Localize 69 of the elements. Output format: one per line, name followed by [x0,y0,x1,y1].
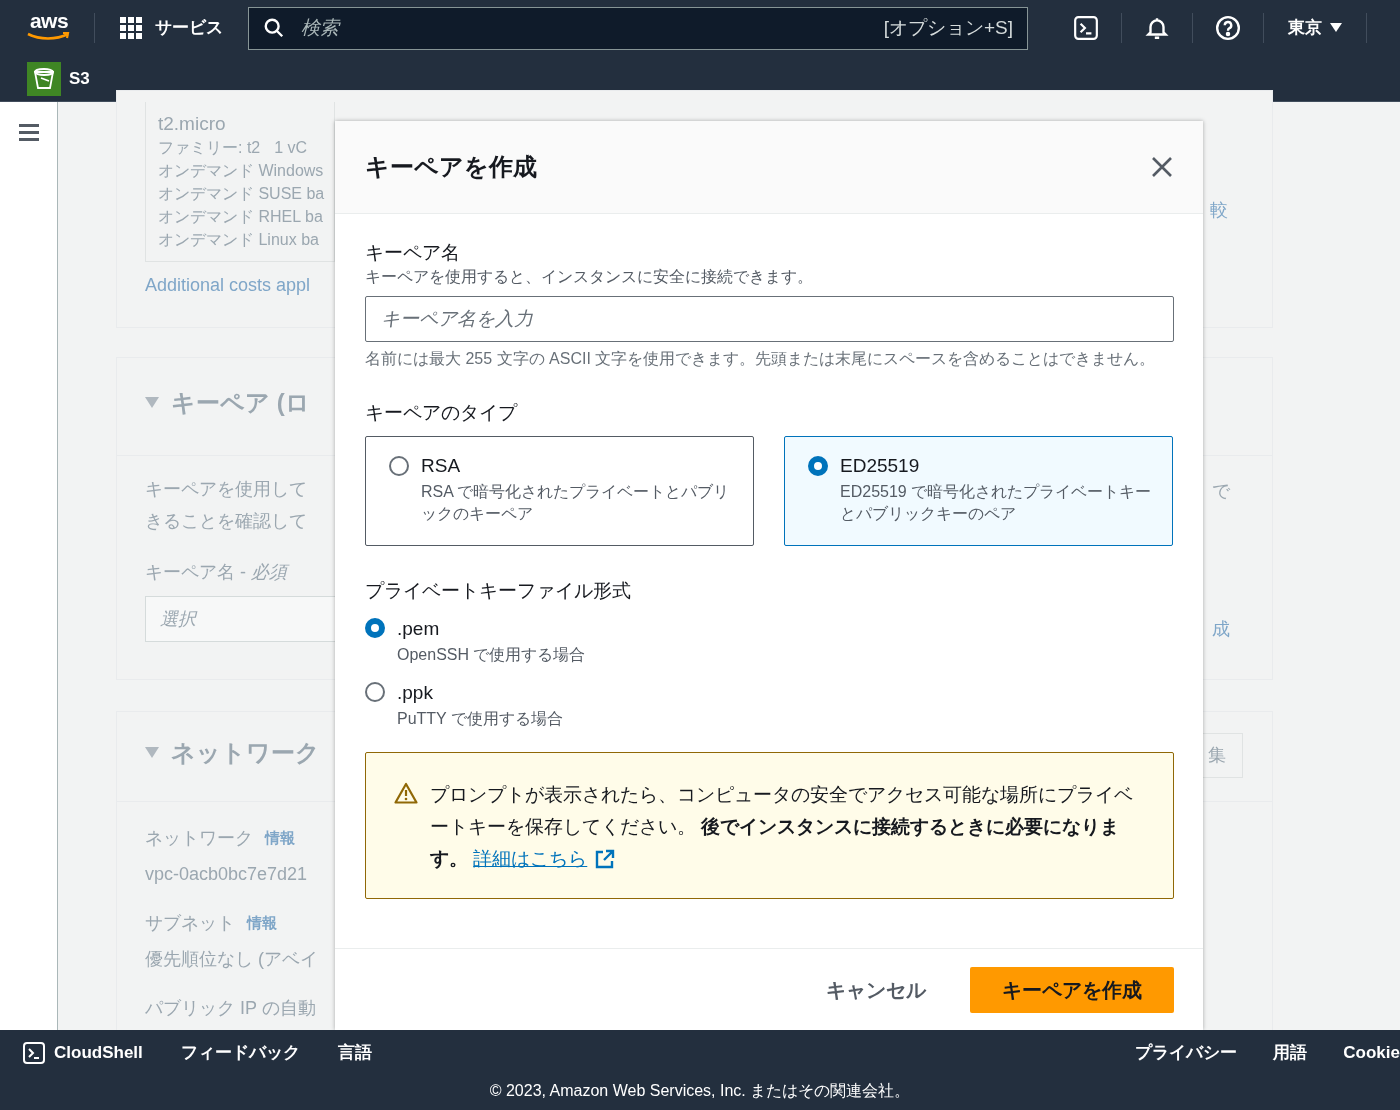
field-value: vpc-0acb0bc7e7d21 [145,863,309,886]
field-label: ネットワーク [145,826,253,850]
radio-button[interactable] [365,682,385,702]
field-label: プライベートキーファイル形式 [365,579,632,603]
logo[interactable]: aws [26,10,72,46]
field-value: 優先順位なし (アベイ [145,948,319,971]
footer-link[interactable]: フィードバック [180,1040,300,1066]
instance-type: t2.micro [158,112,227,136]
option-description: RSA で暗号化されたプライベートとパブリックのキーペア [421,482,731,524]
menu-icon[interactable] [19,124,39,142]
bucket-icon[interactable] [27,62,61,96]
radio-button[interactable] [808,456,828,476]
cancel-button[interactable]: キャンセル [826,967,926,1013]
option-description: ED25519 で暗号化されたプライベートキーとパブリックキーのペア [840,482,1152,524]
grid-icon[interactable] [119,16,143,40]
copyright-text: © 2023, Amazon Web Services, Inc. またはその関連会社。 [489,1081,911,1101]
search-field[interactable]: 検索 [オプション+S] [248,6,1028,50]
footer-link[interactable]: 用語 [1273,1040,1308,1066]
key-type-option[interactable]: RSA RSA で暗号化されたプライベートとパブリックのキーペア [365,436,754,546]
radio-button[interactable] [365,618,385,638]
description-fragment: で [1212,480,1230,503]
key-type-option[interactable]: ED25519 ED25519 で暗号化されたプライベートキーとパブリックキーのペア [784,436,1173,546]
instance-detail: ファミリー: t2 [158,138,261,158]
field-label: サブネット [145,911,235,935]
key-pair-name-field[interactable]: キーペア名を入力 [365,296,1174,342]
close-icon[interactable] [1151,156,1173,178]
caret-icon [1330,23,1342,33]
instance-detail: オンデマンド Linux ba [158,230,320,250]
bell-icon[interactable] [1144,15,1170,41]
option-label: .ppk [397,681,434,705]
field-label: パブリック IP の自動 [145,996,316,1020]
learn-more-link[interactable]: 詳細はこちら [473,843,616,875]
region-menu[interactable]: 東京 [1288,15,1342,41]
help-icon[interactable] [1215,15,1241,41]
footer-link[interactable]: CloudShell [54,1040,143,1066]
footer-link[interactable]: Cookie [1343,1040,1400,1066]
terminal-icon[interactable] [22,1041,46,1065]
external-link-icon [595,849,616,869]
field-label: キーペア名 [365,241,461,265]
option-label: .pem [397,617,441,641]
section-title: ネットワーク [171,738,320,768]
field-label: キーペア名 - 必須 [145,559,335,586]
section-title: キーペア (ロ [171,388,310,418]
option-description: PuTTY で使用する場合 [397,709,563,729]
shortcut-hint: [オプション+S] [883,15,1013,40]
instance-detail: 1 vC [274,138,308,158]
section-description: キーペアを使用して [145,478,308,501]
warning-icon [394,782,418,804]
field-hint: 名前には最大 255 文字の ASCII 文字を使用できます。先頭または末尾にスペースを含めることはできません。 [365,349,1157,369]
radio-button[interactable] [389,456,409,476]
field-label: キーペアのタイプ [365,401,519,425]
option-label: ED25519 [840,454,921,478]
option-label: RSA [421,454,462,478]
services-menu[interactable]: サービス [155,15,223,41]
instance-detail: オンデマンド Windows [158,161,325,181]
service-tab[interactable]: S3 [69,66,90,92]
create-key-pair-button[interactable]: キーペアを作成 [970,967,1174,1013]
footer-link[interactable]: プライバシー [1135,1040,1238,1066]
section-description: きることを確認して [145,510,308,533]
search-icon [263,17,285,39]
terminal-icon[interactable] [1073,15,1099,41]
option-description: OpenSSH で使用する場合 [397,645,586,665]
dialog-title: キーペアを作成 [365,152,537,182]
field-description: キーペアを使用すると、インスタンスに安全に接続できます。 [365,267,814,287]
search-input[interactable]: 検索 [301,13,884,43]
footer-link[interactable]: 言語 [337,1040,372,1066]
instance-detail: オンデマンド RHEL ba [158,207,324,227]
instance-detail: オンデマンド SUSE ba [158,184,326,204]
warning-message: プロンプトが表示されたら、コンピュータの安全でアクセス可能な場所にプライベートキーを保存してください。 後でインスタンスに接続するときに必要になります。 詳細はこちら [430,779,1143,898]
